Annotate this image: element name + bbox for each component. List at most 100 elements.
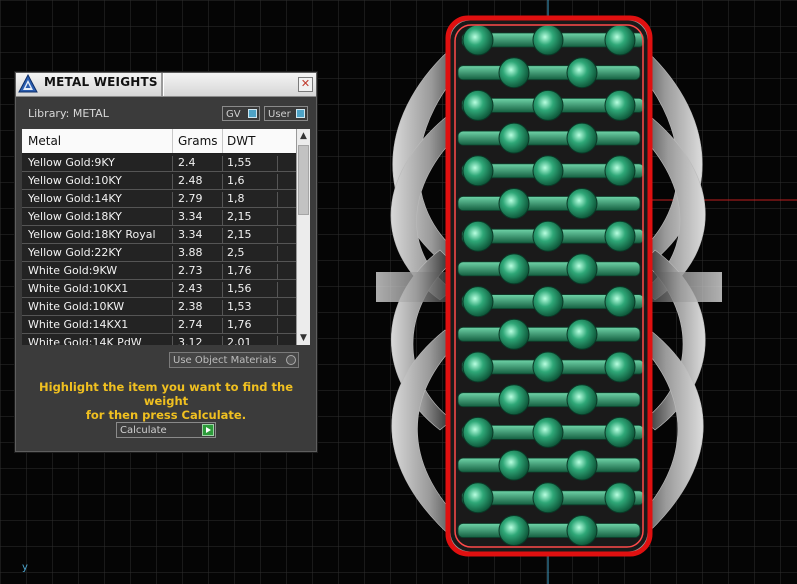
header-grams[interactable]: Grams	[178, 134, 218, 148]
column-divider	[277, 282, 278, 299]
table-row[interactable]: Yellow Gold:10KY 2.48 1,6	[22, 172, 296, 191]
app-logo-icon	[18, 74, 38, 93]
panel-title: METAL WEIGHTS	[44, 75, 158, 89]
gem-stone	[566, 122, 598, 154]
gem-stone	[604, 24, 636, 56]
gem-stone	[498, 57, 530, 89]
gem-stone	[532, 89, 564, 121]
column-divider	[277, 318, 278, 335]
table-row[interactable]: White Gold:9KW 2.73 1,76	[22, 262, 296, 281]
toggle-knob-icon	[248, 109, 257, 118]
gem-stone	[532, 416, 564, 448]
column-divider	[172, 264, 173, 281]
panel-titlebar[interactable]: METAL WEIGHTS ✕	[16, 73, 316, 97]
gem-stone	[604, 220, 636, 252]
column-divider	[222, 300, 223, 317]
column-divider	[172, 210, 173, 227]
gem-stone	[604, 89, 636, 121]
gem-stone	[604, 482, 636, 514]
instructions-line: Highlight the item you want to find the …	[39, 380, 293, 408]
table-row[interactable]: Yellow Gold:14KY 2.79 1,8	[22, 190, 296, 209]
cell-grams: 2.74	[178, 318, 203, 331]
gem-stone	[462, 220, 494, 252]
header-metal[interactable]: Metal	[28, 134, 61, 148]
gem-stone	[532, 351, 564, 383]
column-divider	[222, 228, 223, 245]
gem-stone	[498, 384, 530, 416]
cell-grams: 2.38	[178, 300, 203, 313]
scroll-down-icon[interactable]: ▼	[297, 331, 310, 345]
instructions-text: Highlight the item you want to find the …	[26, 380, 306, 422]
gem-stone	[462, 286, 494, 318]
cell-dwt: 2,01	[227, 336, 252, 345]
close-icon: ✕	[300, 77, 311, 90]
column-divider	[172, 300, 173, 317]
table-row[interactable]: Yellow Gold:9KY 2.4 1,55	[22, 154, 296, 173]
scroll-thumb[interactable]	[298, 145, 309, 215]
cell-metal: Yellow Gold:9KY	[28, 156, 115, 169]
cell-dwt: 1,55	[227, 156, 252, 169]
cell-metal: White Gold:9KW	[28, 264, 118, 277]
cell-metal: Yellow Gold:14KY	[28, 192, 122, 205]
cell-grams: 2.48	[178, 174, 203, 187]
calculate-label: Calculate	[120, 425, 167, 436]
gem-stone	[462, 155, 494, 187]
gem-stone	[604, 155, 636, 187]
column-divider	[277, 228, 278, 245]
gv-toggle[interactable]: GV	[222, 106, 260, 121]
use-object-materials-toggle[interactable]: Use Object Materials	[169, 352, 299, 368]
column-divider	[222, 192, 223, 209]
gem-stone	[462, 89, 494, 121]
cell-metal: Yellow Gold:18KY	[28, 210, 122, 223]
column-divider	[172, 336, 173, 345]
calculate-button[interactable]: Calculate	[116, 422, 216, 438]
cell-metal: Yellow Gold:18KY Royal	[28, 228, 156, 241]
column-divider	[222, 210, 223, 227]
user-toggle[interactable]: User	[264, 106, 308, 121]
gem-stone	[566, 188, 598, 219]
cell-metal: White Gold:10KW	[28, 300, 125, 313]
gem-stone	[566, 449, 598, 481]
column-divider	[277, 246, 278, 263]
axis-indicator-label: y	[22, 562, 28, 573]
gem-row-bar	[457, 457, 641, 473]
header-dwt[interactable]: DWT	[227, 134, 255, 148]
column-divider	[172, 246, 173, 263]
gem-stone	[498, 318, 530, 350]
cell-grams: 3.12	[178, 336, 203, 345]
cell-grams: 3.88	[178, 246, 203, 259]
scroll-up-icon[interactable]: ▲	[297, 129, 310, 143]
gem-row-bar	[457, 130, 641, 146]
instructions-line: for then press Calculate.	[85, 408, 247, 422]
gem-stone	[532, 286, 564, 318]
table-row[interactable]: White Gold:10KW 2.38 1,53	[22, 298, 296, 317]
gem-stone	[532, 24, 564, 56]
play-arrow-icon	[202, 424, 214, 436]
gem-stone	[566, 515, 598, 546]
column-divider	[172, 174, 173, 191]
table-row[interactable]: White Gold:10KX1 2.43 1,56	[22, 280, 296, 299]
use-object-materials-label: Use Object Materials	[173, 355, 277, 366]
gem-stone	[462, 416, 494, 448]
gem-stone	[566, 318, 598, 350]
cell-grams: 3.34	[178, 210, 203, 223]
table-row[interactable]: White Gold:14KX1 2.74 1,76	[22, 316, 296, 335]
table-row[interactable]: Yellow Gold:18KY Royal 3.34 2,15	[22, 226, 296, 245]
cell-metal: Yellow Gold:22KY	[28, 246, 122, 259]
table-row[interactable]: Yellow Gold:18KY 3.34 2,15	[22, 208, 296, 227]
gem-stone	[566, 57, 598, 89]
column-divider	[222, 264, 223, 281]
column-divider	[172, 156, 173, 173]
table-row[interactable]: White Gold:14K PdW 3.12 2,01	[22, 334, 296, 345]
table-scrollbar[interactable]: ▲ ▼	[296, 129, 310, 345]
gem-stone	[462, 351, 494, 383]
close-button[interactable]: ✕	[298, 77, 313, 92]
cell-dwt: 1,56	[227, 282, 252, 295]
gem-stone	[532, 155, 564, 187]
column-divider	[172, 228, 173, 245]
table-row[interactable]: Yellow Gold:22KY 3.88 2,5	[22, 244, 296, 263]
column-divider	[172, 192, 173, 209]
column-divider	[277, 174, 278, 191]
table-header: Metal Grams DWT	[22, 129, 296, 153]
metal-table: Metal Grams DWT Yellow Gold:9KY 2.4 1,55 Ye…	[22, 129, 310, 345]
